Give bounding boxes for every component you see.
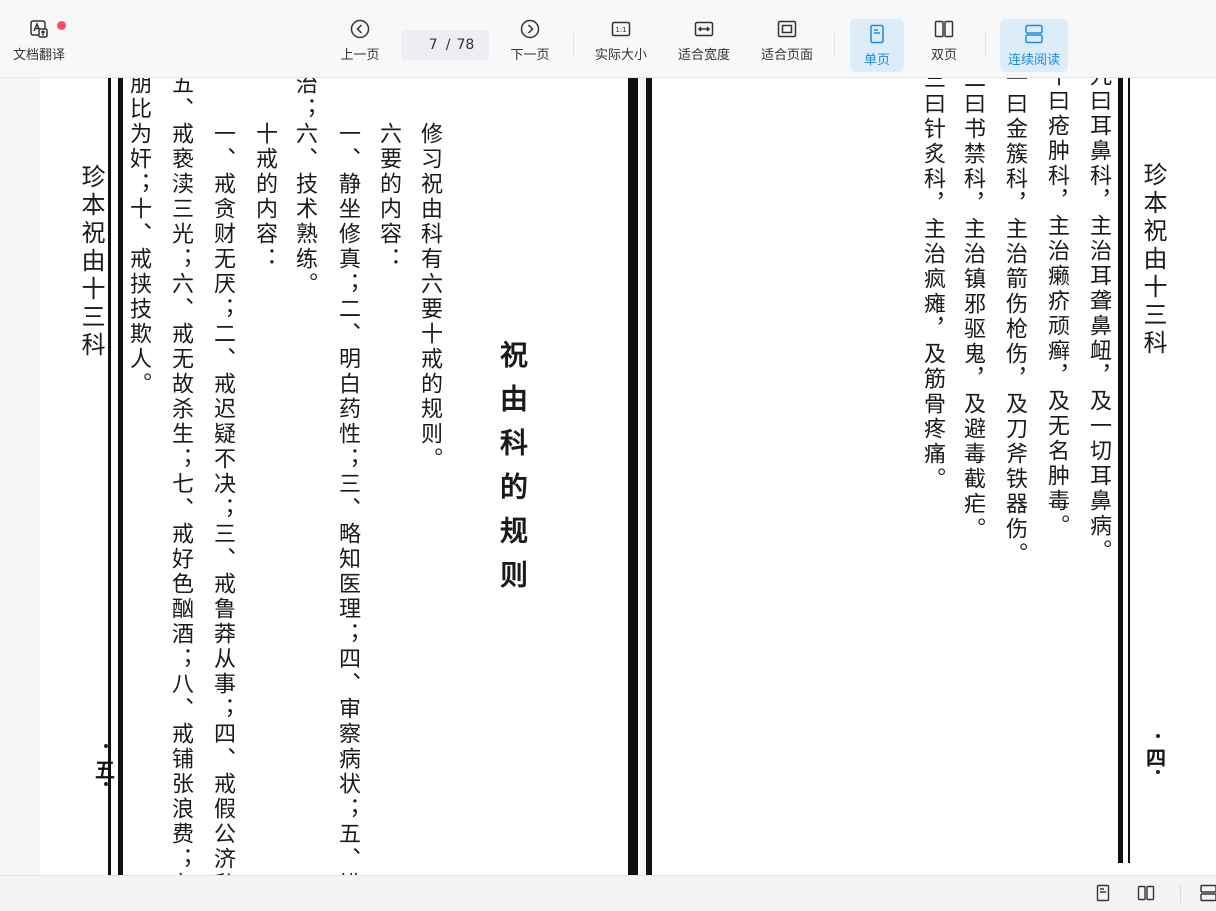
document-viewport[interactable]: 珍本祝由十三科 五 祝由科的规则 修习祝由科有六要十戒的规则。 六要的内容： 一…: [0, 78, 1216, 875]
body-line: 朋比为奸；十、戒挟技欺人。: [126, 78, 151, 397]
doc-translate-icon: [30, 20, 48, 38]
single-page-icon: [870, 24, 884, 44]
body-line: 修习祝由科有六要十戒的规则。: [417, 122, 442, 472]
fit-width-icon: [694, 21, 714, 37]
status-divider: [1180, 885, 1181, 903]
total-pages: 78: [456, 37, 475, 53]
page-separator: /: [445, 37, 451, 53]
fit-width-label: 适合宽度: [677, 48, 730, 63]
current-page-input[interactable]: [415, 37, 438, 53]
page-number-dot: [1156, 734, 1160, 738]
toolbar-divider: [834, 33, 835, 57]
prev-page-label: 上一页: [340, 48, 380, 63]
body-line: 十曰疮肿科，主治癞疥顽癣，及无名肿毒。: [1044, 78, 1069, 539]
page-indicator: / 78: [401, 30, 489, 60]
fit-page-icon: [777, 20, 797, 38]
continuous-read-icon[interactable]: [1198, 883, 1216, 903]
notification-dot: [57, 21, 66, 30]
running-head: 珍本祝由十三科: [77, 164, 105, 360]
doc-translate-label: 文档翻译: [12, 48, 65, 63]
double-page-label: 双页: [930, 48, 957, 63]
actual-size-icon: 1:1: [611, 21, 631, 37]
chevron-right-circle-icon: [520, 19, 540, 39]
fit-width-button[interactable]: 适合宽度: [673, 18, 735, 72]
left-page: 珍本祝由十三科 五 祝由科的规则 修习祝由科有六要十戒的规则。 六要的内容： 一…: [40, 78, 640, 875]
prev-page-button[interactable]: 上一页: [334, 18, 386, 72]
body-line: 九曰耳鼻科，主治耳聋鼻衄，及一切耳鼻病。: [1086, 78, 1111, 564]
body-line: 十二曰书禁科，主治镇邪驱鬼，及避毒截疟。: [960, 78, 985, 542]
right-page: 珍本祝由十三科 四 九曰耳鼻科，主治耳聋鼻衄，及一切耳鼻病。 十曰疮肿科，主治癞…: [646, 78, 1216, 875]
page-number-dot: [104, 744, 108, 748]
single-page-button[interactable]: 单页: [850, 19, 904, 72]
double-page-icon[interactable]: [1136, 883, 1156, 903]
margin-rule: [1128, 78, 1130, 863]
fit-page-label: 适合页面: [760, 48, 813, 63]
single-page-label: 单页: [863, 53, 890, 68]
continuous-read-icon: [1025, 24, 1043, 44]
status-bar: [0, 875, 1216, 911]
toolbar-divider: [573, 33, 574, 57]
body-line: 十三曰针炙科，主治疯瘫，及筋骨疼痛。: [920, 78, 945, 492]
fit-page-button[interactable]: 适合页面: [756, 18, 818, 72]
spine-shadow: [646, 78, 652, 875]
single-page-icon[interactable]: [1093, 883, 1113, 903]
body-line: 十一曰金簇科，主治箭伤枪伤，及刀斧铁器伤。: [1002, 78, 1027, 567]
page-number: 五: [95, 758, 115, 782]
double-page-button[interactable]: 双页: [918, 18, 970, 72]
chapter-title: 祝由科的规则: [496, 340, 529, 604]
body-line: 十戒的内容：: [252, 122, 277, 272]
running-head: 珍本祝由十三科: [1139, 162, 1167, 358]
page-number-dot: [1156, 770, 1160, 774]
body-line: 治；六、技术熟练。: [292, 78, 317, 297]
body-line: 五、戒亵渎三光；六、戒无故杀生；七、戒好色酗酒；八、戒铺张浪费；九、戒: [168, 78, 193, 875]
actual-size-glyph: 1:1: [615, 26, 626, 34]
page-number: 四: [1146, 746, 1166, 770]
body-line: 六要的内容：: [376, 122, 401, 272]
spine-shadow: [628, 78, 638, 875]
viewer-toolbar: 文档翻译 上一页 / 78 下一页 1:1 实际大小 适合宽度: [0, 0, 1216, 78]
body-line: 一、戒贪财无厌；二、戒迟疑不决；三、戒鲁莽从事；四、戒假公济私；: [210, 122, 235, 875]
body-line: 一、静坐修真；二、明白药性；三、略知医理；四、审察病状；五、辨证施: [335, 122, 360, 875]
chevron-left-circle-icon: [350, 19, 370, 39]
continuous-read-button[interactable]: 连续阅读: [1000, 19, 1068, 72]
page-number-dot: [104, 782, 108, 786]
next-page-label: 下一页: [510, 48, 550, 63]
margin-rule-thick: [1118, 78, 1123, 863]
actual-size-label: 实际大小: [594, 48, 647, 63]
continuous-read-label: 连续阅读: [1007, 53, 1060, 68]
actual-size-button[interactable]: 1:1 实际大小: [590, 18, 652, 72]
next-page-button[interactable]: 下一页: [504, 18, 556, 72]
double-page-icon: [934, 20, 954, 38]
toolbar-divider: [985, 33, 986, 57]
